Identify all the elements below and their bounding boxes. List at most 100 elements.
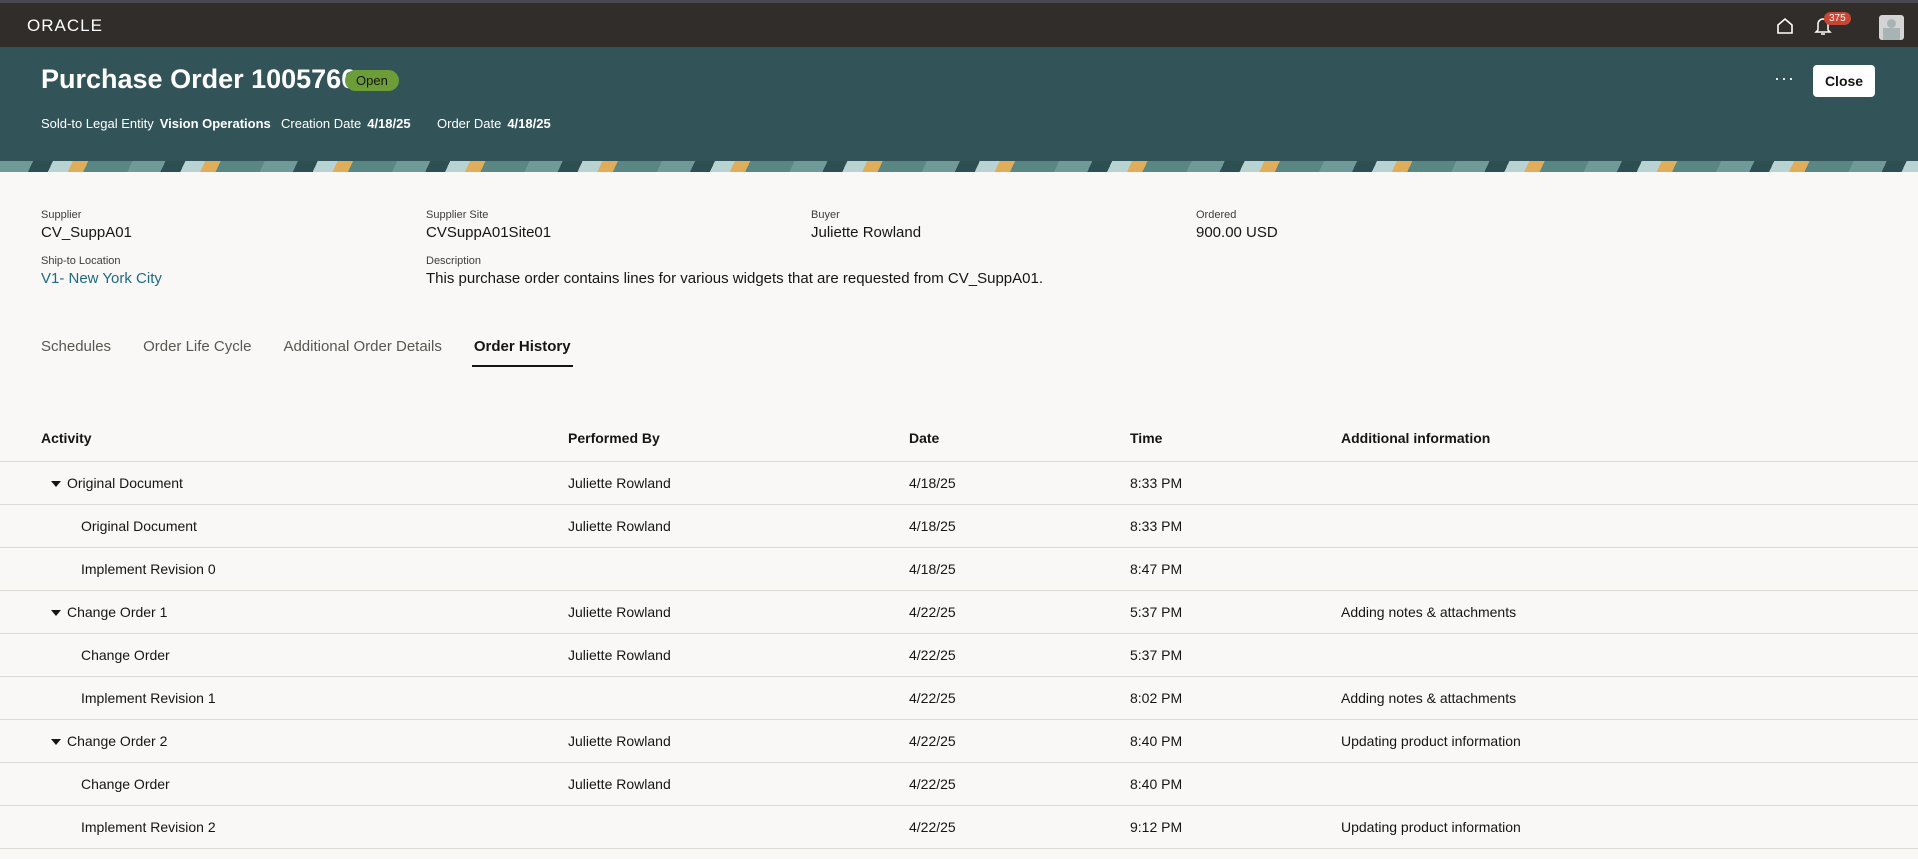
status-badge: Open xyxy=(345,70,399,91)
column-header-performed-by[interactable]: Performed By xyxy=(568,415,909,462)
table-row[interactable]: Change Order 1 Juliette Rowland 4/22/25 … xyxy=(0,590,1918,634)
cell-time: 8:47 PM xyxy=(1130,547,1341,591)
cell-activity: Implement Revision 1 xyxy=(0,676,568,720)
cell-date: 4/22/25 xyxy=(909,633,1130,677)
cell-performed-by: Juliette Rowland xyxy=(568,590,909,634)
field-value: 900.00 USD xyxy=(1196,224,1278,241)
activity-text: Original Document xyxy=(67,474,183,491)
table-header-row: Activity Performed By Date Time Addition… xyxy=(0,415,1918,462)
tab-order-history[interactable]: Order History xyxy=(471,338,573,367)
collapse-caret-icon[interactable] xyxy=(51,738,61,745)
meta-label: Sold-to Legal Entity xyxy=(41,116,154,131)
cell-performed-by: Juliette Rowland xyxy=(568,504,909,548)
collapse-caret-icon[interactable] xyxy=(51,609,61,616)
supplier-field: Supplier CV_SuppA01 xyxy=(41,209,132,241)
meta-value: 4/18/25 xyxy=(507,116,551,131)
cell-additional-information xyxy=(1341,461,1918,505)
tab-bar: Schedules Order Life Cycle Additional Or… xyxy=(41,338,573,367)
ship-to-link[interactable]: V1- New York City xyxy=(41,270,162,287)
meta-label: Order Date xyxy=(437,116,502,131)
ship-to-field: Ship-to Location V1- New York City xyxy=(41,255,162,287)
decorative-banner xyxy=(0,161,1918,172)
cell-activity: Change Order xyxy=(0,762,568,806)
oracle-logo[interactable]: ORACLE xyxy=(27,16,103,36)
table-row[interactable]: Original Document Juliette Rowland 4/18/… xyxy=(0,504,1918,548)
field-value: This purchase order contains lines for v… xyxy=(426,270,1043,287)
tab-order-life-cycle[interactable]: Order Life Cycle xyxy=(143,338,251,367)
collapse-caret-icon[interactable] xyxy=(51,480,61,487)
cell-time: 8:40 PM xyxy=(1130,719,1341,763)
cell-date: 4/22/25 xyxy=(909,590,1130,634)
cell-time: 8:33 PM xyxy=(1130,504,1341,548)
cell-performed-by xyxy=(568,805,909,849)
field-value: CV_SuppA01 xyxy=(41,224,132,241)
table-row[interactable]: Change Order Juliette Rowland 4/22/25 5:… xyxy=(0,633,1918,677)
cell-activity: Original Document xyxy=(0,461,568,505)
field-value: Juliette Rowland xyxy=(811,224,922,241)
meta-order-date: Order Date 4/18/25 xyxy=(437,116,551,131)
cell-date: 4/22/25 xyxy=(909,805,1130,849)
cell-additional-information: Adding notes & attachments xyxy=(1341,590,1918,634)
column-header-date[interactable]: Date xyxy=(909,415,1130,462)
column-header-time[interactable]: Time xyxy=(1130,415,1341,462)
close-button[interactable]: Close xyxy=(1813,65,1875,97)
activity-text: Change Order xyxy=(81,646,170,663)
activity-text: Change Order xyxy=(81,775,170,792)
cell-activity: Original Document xyxy=(0,504,568,548)
tab-additional-order-details[interactable]: Additional Order Details xyxy=(283,338,441,367)
field-label: Supplier xyxy=(41,209,82,221)
table-row[interactable]: Implement Revision 2 4/22/25 9:12 PM Upd… xyxy=(0,805,1918,849)
cell-time: 5:37 PM xyxy=(1130,633,1341,677)
cell-performed-by xyxy=(568,547,909,591)
table-row[interactable]: Change Order 2 Juliette Rowland 4/22/25 … xyxy=(0,719,1918,763)
table-row[interactable]: Change Order Juliette Rowland 4/22/25 8:… xyxy=(0,762,1918,806)
cell-performed-by xyxy=(568,676,909,720)
field-label: Ship-to Location xyxy=(41,255,121,267)
table-row[interactable]: Original Document Juliette Rowland 4/18/… xyxy=(0,461,1918,505)
supplier-site-field: Supplier Site CVSuppA01Site01 xyxy=(426,209,551,241)
ordered-field: Ordered 900.00 USD xyxy=(1196,209,1278,241)
cell-activity: Change Order 1 xyxy=(0,590,568,634)
meta-value: Vision Operations xyxy=(159,116,271,131)
cell-date: 4/22/25 xyxy=(909,762,1130,806)
activity-text: Change Order 2 xyxy=(67,732,168,749)
meta-value: 4/18/25 xyxy=(367,116,411,131)
meta-creation-date: Creation Date 4/18/25 xyxy=(281,116,411,131)
activity-text: Original Document xyxy=(81,517,197,534)
cell-activity: Change Order xyxy=(0,633,568,677)
top-bar: ORACLE 375 xyxy=(0,0,1918,47)
tab-schedules[interactable]: Schedules xyxy=(41,338,111,367)
cell-additional-information xyxy=(1341,504,1918,548)
activity-text: Implement Revision 0 xyxy=(81,560,216,577)
cell-time: 5:37 PM xyxy=(1130,590,1341,634)
page-title: Purchase Order 1005766 xyxy=(41,64,357,94)
field-label: Ordered xyxy=(1196,209,1237,221)
cell-performed-by: Juliette Rowland xyxy=(568,633,909,677)
cell-activity: Implement Revision 0 xyxy=(0,547,568,591)
column-header-activity[interactable]: Activity xyxy=(0,415,568,462)
home-icon[interactable] xyxy=(1776,17,1794,35)
cell-additional-information: Updating product information xyxy=(1341,805,1918,849)
cell-performed-by: Juliette Rowland xyxy=(568,719,909,763)
column-header-additional-information[interactable]: Additional information xyxy=(1341,415,1918,462)
cell-date: 4/18/25 xyxy=(909,547,1130,591)
field-label: Description xyxy=(426,255,482,267)
cell-additional-information: Adding notes & attachments xyxy=(1341,676,1918,720)
field-label: Supplier Site xyxy=(426,209,489,221)
user-avatar[interactable] xyxy=(1879,15,1904,40)
activity-text: Implement Revision 1 xyxy=(81,689,216,706)
cell-performed-by: Juliette Rowland xyxy=(568,762,909,806)
cell-date: 4/18/25 xyxy=(909,504,1130,548)
table-row[interactable]: Implement Revision 1 4/22/25 8:02 PM Add… xyxy=(0,676,1918,720)
table-row[interactable]: Implement Revision 0 4/18/25 8:47 PM xyxy=(0,547,1918,591)
activity-text: Change Order 1 xyxy=(67,603,168,620)
cell-date: 4/22/25 xyxy=(909,719,1130,763)
cell-performed-by: Juliette Rowland xyxy=(568,461,909,505)
cell-activity: Change Order 2 xyxy=(0,719,568,763)
field-label: Buyer xyxy=(811,209,840,221)
more-actions-button[interactable]: ··· xyxy=(1774,68,1795,89)
notification-badge: 375 xyxy=(1824,12,1851,25)
cell-date: 4/18/25 xyxy=(909,461,1130,505)
meta-label: Creation Date xyxy=(281,116,362,131)
buyer-field: Buyer Juliette Rowland xyxy=(811,209,921,241)
